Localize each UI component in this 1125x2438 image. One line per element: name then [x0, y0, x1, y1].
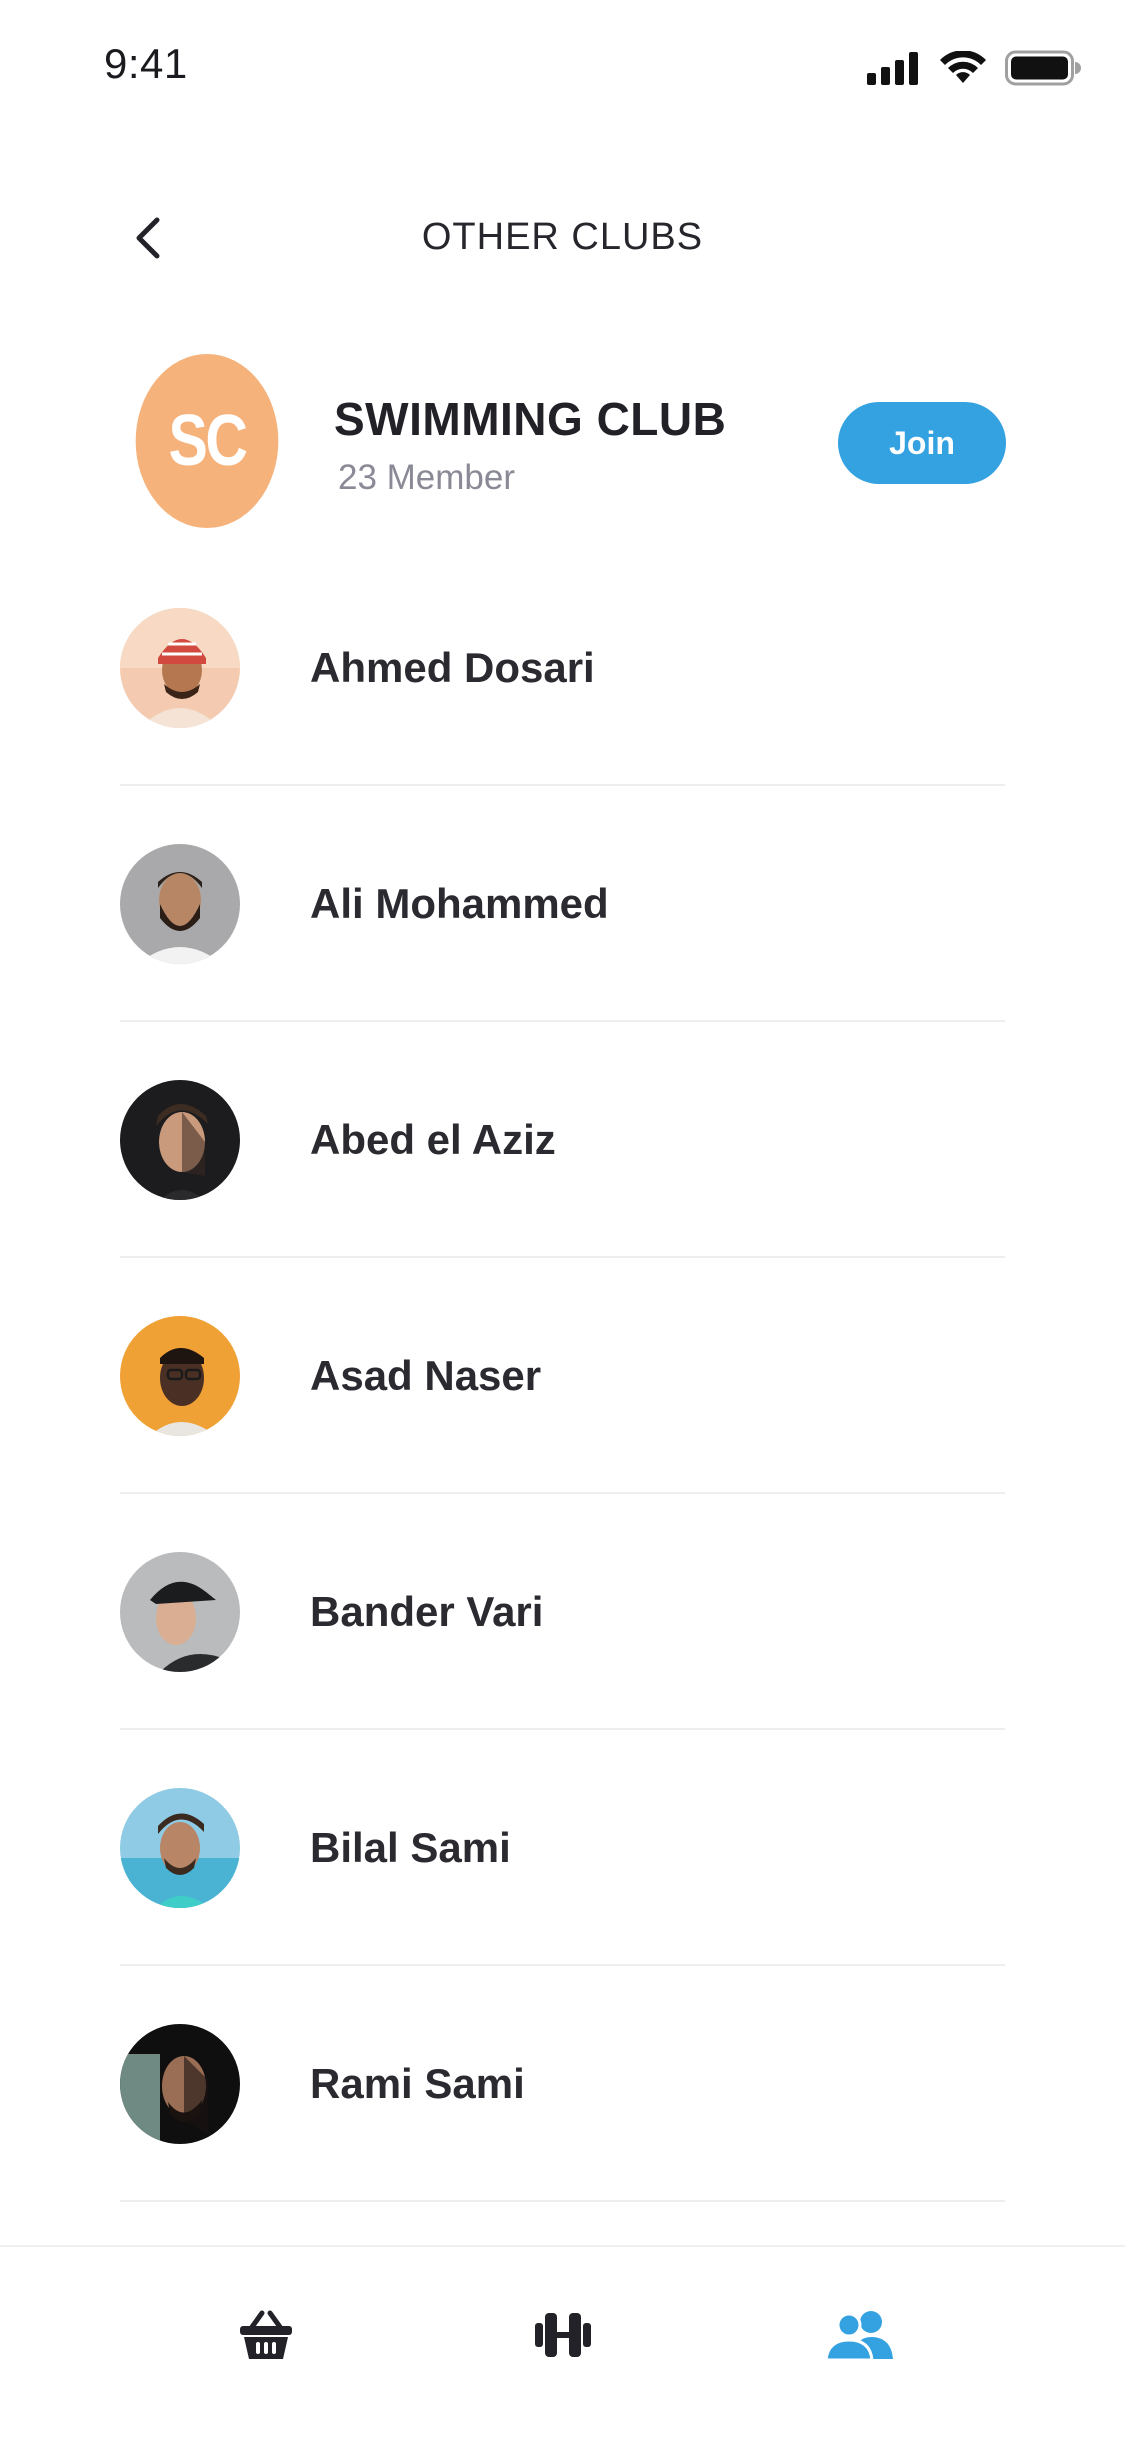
- list-item[interactable]: Asad Naser: [120, 1258, 1005, 1494]
- avatar: [120, 2024, 240, 2144]
- list-item[interactable]: Abed el Aziz: [120, 1022, 1005, 1258]
- header: OTHER CLUBS: [0, 180, 1125, 300]
- club-member-count: 23 Member: [338, 458, 516, 497]
- status-time: 9:41: [104, 40, 188, 87]
- avatar: [120, 1080, 240, 1200]
- avatar: [120, 608, 240, 728]
- club-avatar: SC: [135, 354, 279, 528]
- list-item[interactable]: Ahmed Dosari: [120, 550, 1005, 786]
- join-button[interactable]: Join: [838, 402, 1006, 484]
- list-item[interactable]: Bilal Sami: [120, 1730, 1005, 1966]
- list-item[interactable]: Bander Vari: [120, 1494, 1005, 1730]
- cellular-signal-icon: [867, 51, 921, 90]
- list-item[interactable]: Ali Mohammed: [120, 786, 1005, 1022]
- member-name: Bilal Sami: [310, 1824, 511, 1871]
- member-name: Rami Sami: [310, 2060, 525, 2107]
- avatar: [120, 1788, 240, 1908]
- wifi-icon: [939, 50, 987, 90]
- tab-bar: [0, 2245, 1125, 2438]
- battery-icon: [1005, 50, 1081, 91]
- club-card: SC SWIMMING CLUB 23 Member Join: [120, 354, 1006, 530]
- member-name: Ahmed Dosari: [310, 644, 595, 691]
- avatar: [120, 1316, 240, 1436]
- status-bar: 9:41: [0, 0, 1125, 132]
- member-name: Asad Naser: [310, 1352, 542, 1399]
- member-name: Ali Mohammed: [310, 880, 609, 927]
- tab-workout[interactable]: [513, 2297, 613, 2377]
- status-icons: [867, 50, 1081, 91]
- page-title: OTHER CLUBS: [421, 216, 704, 258]
- tab-shop[interactable]: [216, 2297, 316, 2377]
- users-icon: [824, 2309, 895, 2366]
- club-name: SWIMMING CLUB: [334, 393, 727, 445]
- avatar: [120, 1552, 240, 1672]
- list-item[interactable]: Rami Sami: [120, 1966, 1005, 2202]
- avatar: [120, 844, 240, 964]
- member-name: Abed el Aziz: [310, 1116, 556, 1163]
- tab-clubs[interactable]: [810, 2297, 910, 2377]
- shopping-basket-icon: [238, 2309, 294, 2366]
- dumbbell-icon: [533, 2309, 593, 2366]
- member-name: Bander Vari: [310, 1588, 544, 1635]
- member-list: Ahmed Dosari Ali Mohammed Abed el Aziz A…: [120, 550, 1005, 2202]
